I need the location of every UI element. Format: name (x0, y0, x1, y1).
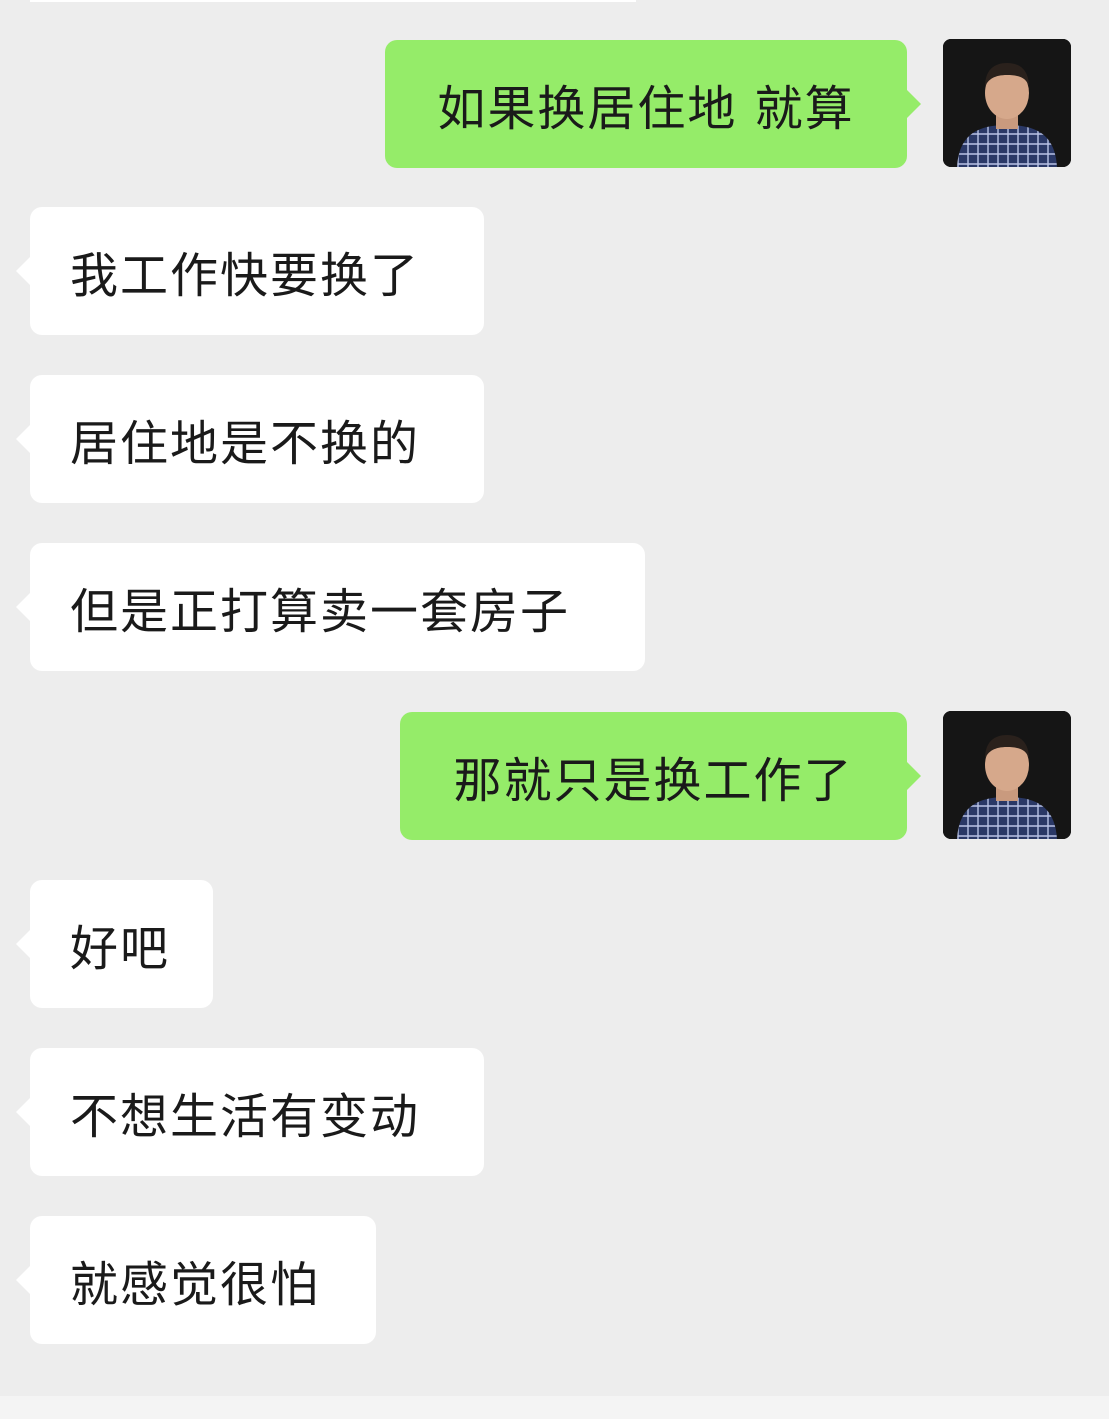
message-text: 如果换居住地 就算 (437, 81, 855, 137)
sent-message-bubble[interactable]: 如果换居住地 就算 (385, 40, 921, 168)
avatar-photo-icon (943, 39, 1071, 167)
message-text: 我工作快要换了 (70, 248, 421, 304)
message-text: 但是正打算卖一套房子 (70, 584, 571, 640)
previous-message-edge (30, 0, 636, 2)
received-message-bubble[interactable]: 就感觉很怕 (16, 1216, 376, 1344)
received-message-bubble[interactable]: 不想生活有变动 (16, 1048, 484, 1176)
sent-message-bubble[interactable]: 那就只是换工作了 (400, 712, 921, 840)
message-text: 好吧 (70, 921, 171, 977)
message-text: 居住地是不换的 (70, 416, 421, 472)
user-avatar-icon[interactable] (943, 711, 1071, 839)
received-message-bubble[interactable]: 但是正打算卖一套房子 (16, 543, 645, 671)
message-text: 就感觉很怕 (70, 1257, 321, 1313)
received-message-bubble[interactable]: 好吧 (16, 880, 213, 1008)
message-text: 不想生活有变动 (70, 1089, 421, 1145)
received-message-bubble[interactable]: 我工作快要换了 (16, 207, 484, 335)
bottom-edge (0, 1396, 1109, 1419)
received-message-bubble[interactable]: 居住地是不换的 (16, 375, 484, 503)
avatar-photo-icon (943, 711, 1071, 839)
user-avatar-icon[interactable] (943, 39, 1071, 167)
message-text: 那就只是换工作了 (453, 753, 854, 809)
